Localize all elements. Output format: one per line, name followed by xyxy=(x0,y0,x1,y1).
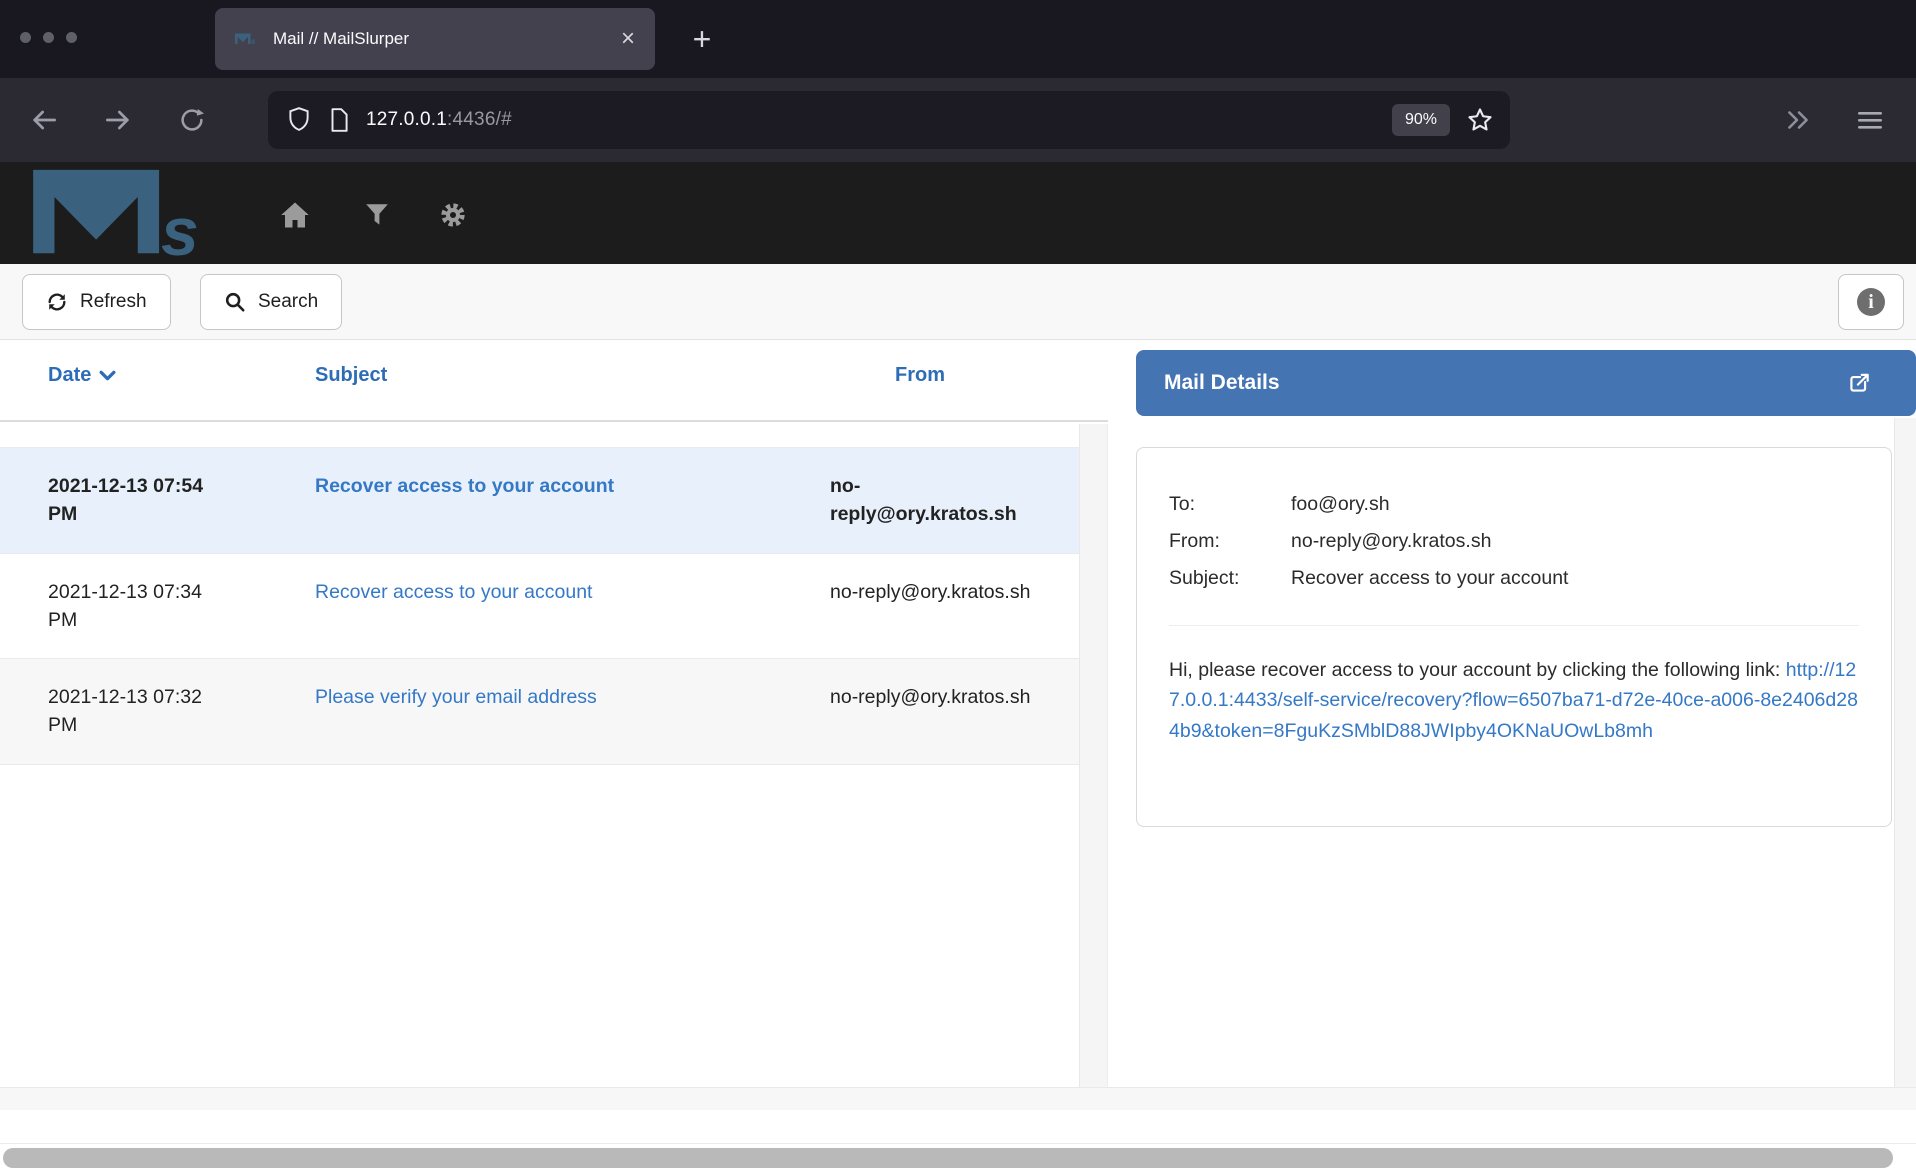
from-value: no-reply@ory.kratos.sh xyxy=(1291,523,1859,560)
subject-label: Subject: xyxy=(1169,560,1291,597)
search-icon xyxy=(224,291,246,313)
shield-icon[interactable] xyxy=(286,106,312,134)
mail-list-row[interactable]: 2021-12-13 07:32 PM Please verify your e… xyxy=(0,658,1080,765)
mail-date: 2021-12-13 07:34 PM xyxy=(48,578,218,635)
mail-details-card: To:foo@ory.sh From:no-reply@ory.kratos.s… xyxy=(1136,447,1892,827)
window-controls[interactable] xyxy=(20,32,77,43)
mail-list-row[interactable]: 2021-12-13 07:34 PM Recover access to yo… xyxy=(0,553,1080,659)
info-icon: i xyxy=(1857,288,1885,316)
app-toolbar: Refresh Search i xyxy=(0,264,1916,340)
refresh-icon xyxy=(46,291,68,313)
search-button[interactable]: Search xyxy=(200,274,342,330)
mail-from: no-reply@ory.kratos.sh xyxy=(830,578,1080,635)
pane-gutter xyxy=(1895,418,1916,1087)
mail-details-header: Mail Details xyxy=(1136,350,1916,416)
scrollbar-thumb[interactable] xyxy=(3,1148,1893,1168)
menu-hamburger-icon[interactable] xyxy=(1850,100,1890,140)
tab-close-icon[interactable]: × xyxy=(621,27,635,51)
footer-stripe xyxy=(0,1087,1916,1110)
browser-window: s Mail // MailSlurper × + 127.0.0.1:4436… xyxy=(0,0,1916,1170)
mail-body: Hi, please recover access to your accoun… xyxy=(1169,655,1859,746)
mail-subject-link[interactable]: Please verify your email address xyxy=(315,686,597,708)
window-control-dot[interactable] xyxy=(66,32,77,43)
pane-gutter xyxy=(1080,424,1108,1087)
main-content: Date Subject From 2021-12-13 07:54 PM Re… xyxy=(0,340,1916,1087)
reload-icon[interactable] xyxy=(172,100,212,140)
mail-date: 2021-12-13 07:54 PM xyxy=(48,472,218,529)
back-icon[interactable] xyxy=(24,100,64,140)
tab-title: Mail // MailSlurper xyxy=(273,29,621,49)
mail-details-title: Mail Details xyxy=(1164,371,1280,395)
from-label: From: xyxy=(1169,523,1291,560)
mail-body-text: Hi, please recover access to your accoun… xyxy=(1169,659,1786,681)
browser-navbar: 127.0.0.1:4436/# 90% xyxy=(0,78,1916,162)
mail-subject-link[interactable]: Recover access to your account xyxy=(315,581,592,603)
zoom-level-badge[interactable]: 90% xyxy=(1392,104,1450,136)
mail-date: 2021-12-13 07:32 PM xyxy=(48,683,218,740)
svg-text:s: s xyxy=(251,36,256,45)
overflow-chevrons-icon[interactable] xyxy=(1778,100,1818,140)
footer-band xyxy=(0,1110,1916,1144)
app-header: s xyxy=(0,162,1916,264)
sort-chevron-down-icon xyxy=(99,370,116,381)
refresh-label: Refresh xyxy=(80,291,147,313)
page-info-icon[interactable] xyxy=(328,107,350,133)
column-header-date[interactable]: Date xyxy=(48,364,116,387)
new-tab-button[interactable]: + xyxy=(674,8,730,70)
column-header-subject[interactable]: Subject xyxy=(315,364,387,387)
settings-gear-icon[interactable] xyxy=(436,198,470,232)
mail-from: no-reply@ory.kratos.sh xyxy=(830,472,1080,529)
column-header-from[interactable]: From xyxy=(895,364,945,387)
url-text: 127.0.0.1:4436/# xyxy=(366,109,512,131)
address-bar[interactable]: 127.0.0.1:4436/# 90% xyxy=(268,91,1510,149)
mail-list-header: Date Subject From xyxy=(0,340,1108,422)
forward-icon[interactable] xyxy=(98,100,138,140)
to-value: foo@ory.sh xyxy=(1291,486,1859,523)
mail-list-row[interactable]: 2021-12-13 07:54 PM Recover access to yo… xyxy=(0,447,1080,553)
mailslurper-logo[interactable]: s xyxy=(32,168,228,260)
window-control-dot[interactable] xyxy=(20,32,31,43)
subject-value: Recover access to your account xyxy=(1291,560,1859,597)
refresh-button[interactable]: Refresh xyxy=(22,274,171,330)
svg-text:s: s xyxy=(161,195,199,260)
filter-icon[interactable] xyxy=(360,198,394,232)
to-label: To: xyxy=(1169,486,1291,523)
search-label: Search xyxy=(258,291,318,313)
browser-tab-bar: s Mail // MailSlurper × + xyxy=(0,0,1916,78)
home-icon[interactable] xyxy=(278,198,312,232)
horizontal-scrollbar[interactable] xyxy=(0,1146,1916,1170)
open-external-icon[interactable] xyxy=(1846,370,1872,396)
mail-from: no-reply@ory.kratos.sh xyxy=(830,683,1080,740)
info-button[interactable]: i xyxy=(1838,274,1904,330)
mail-subject-link[interactable]: Recover access to your account xyxy=(315,475,614,497)
details-divider xyxy=(1169,625,1859,626)
window-control-dot[interactable] xyxy=(43,32,54,43)
site-favicon-icon: s xyxy=(235,33,259,45)
bookmark-star-icon[interactable] xyxy=(1466,106,1494,134)
mail-list: 2021-12-13 07:54 PM Recover access to yo… xyxy=(0,447,1080,765)
browser-tab[interactable]: s Mail // MailSlurper × xyxy=(215,8,655,70)
